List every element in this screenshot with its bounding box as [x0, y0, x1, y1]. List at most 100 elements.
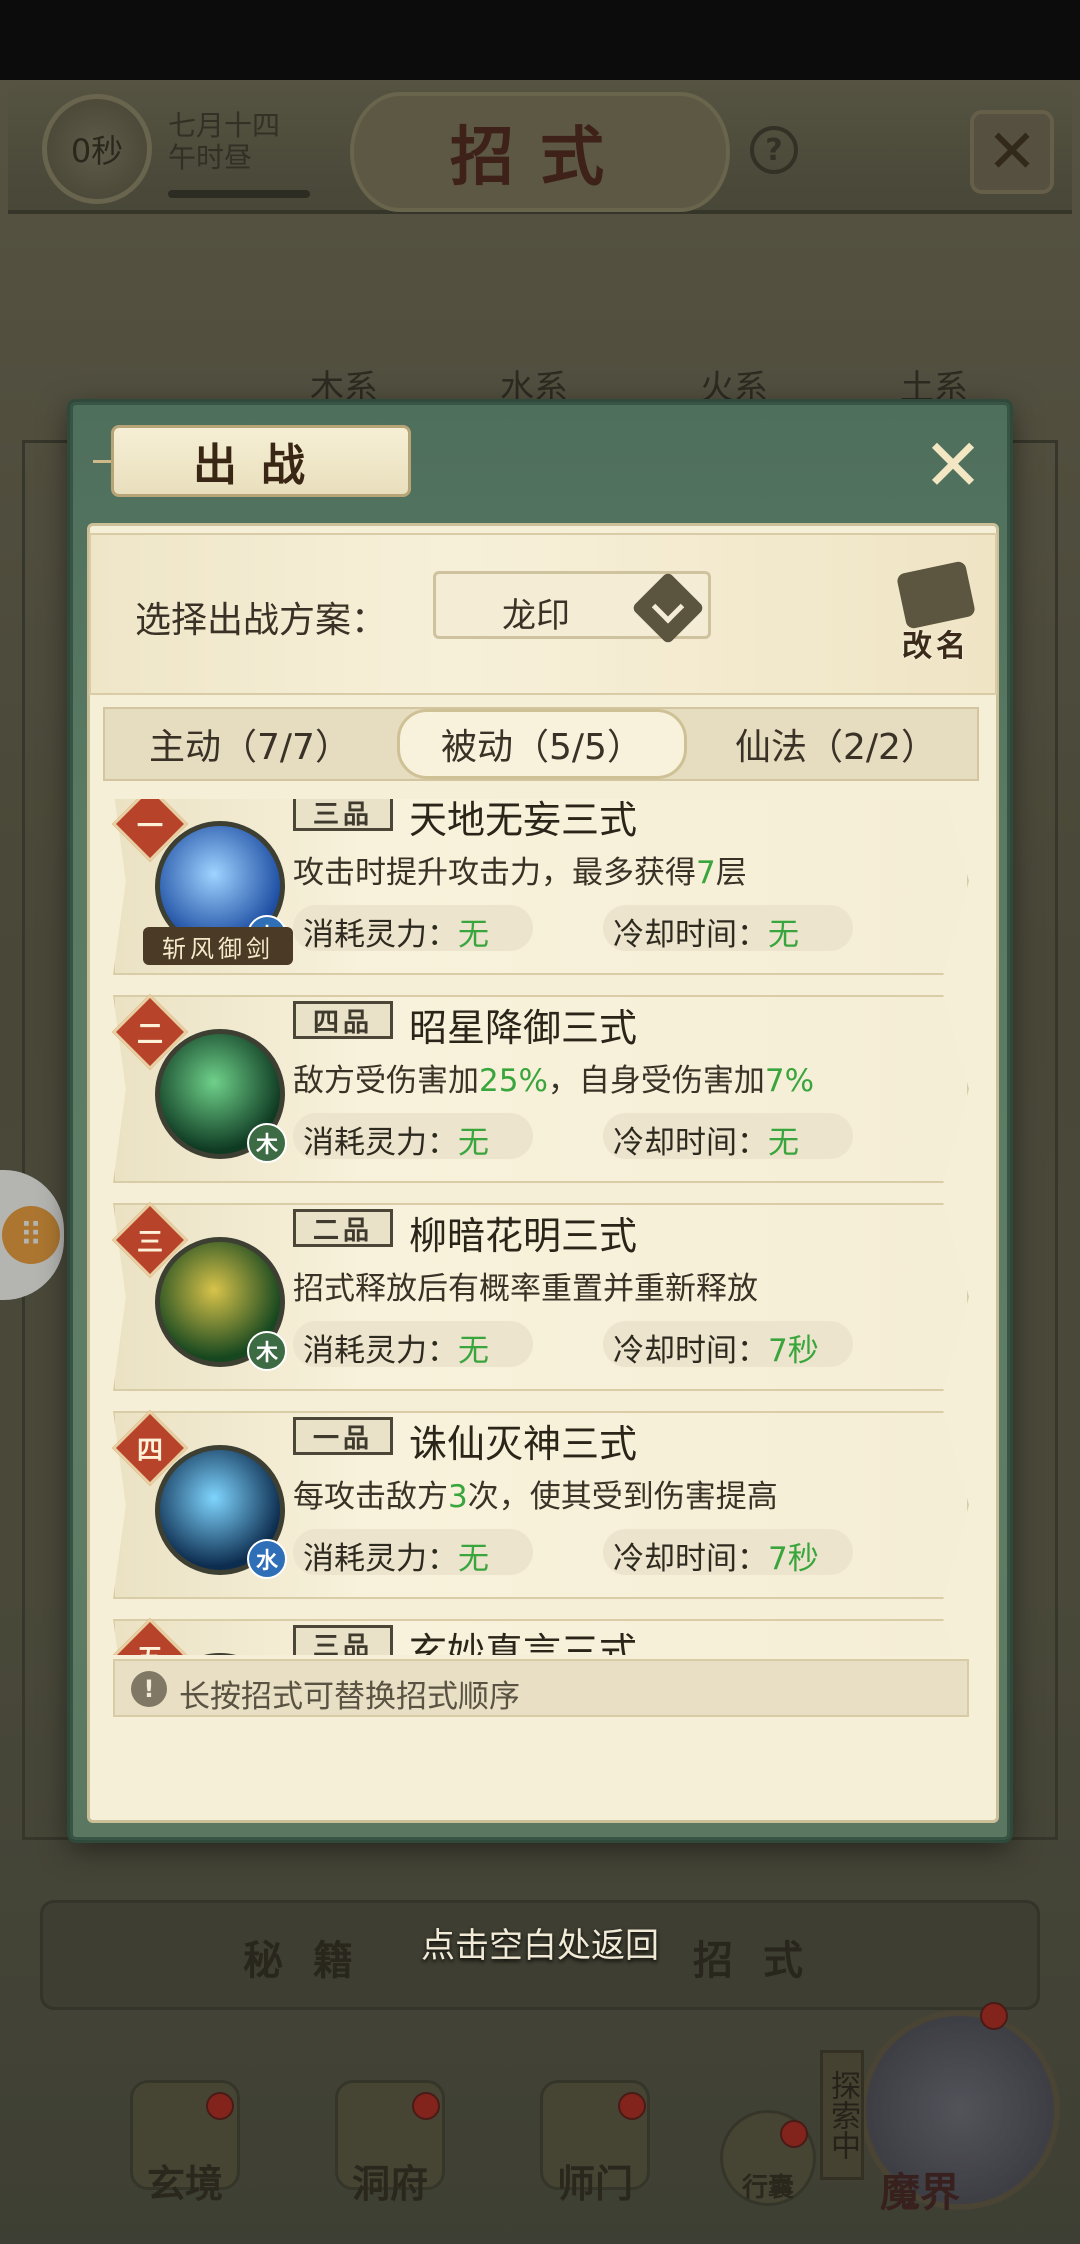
skill-name: 诛仙灭神三式 — [409, 1422, 638, 1466]
page-title: 招式 — [350, 92, 730, 212]
cost-label-text: 消耗灵力： — [303, 1541, 458, 1577]
cost-value: 无 — [458, 1333, 489, 1369]
desc-highlight: 7 — [696, 855, 716, 891]
cost-value: 无 — [458, 1541, 489, 1577]
cooldown-label: 冷却时间：7秒 — [613, 1533, 819, 1578]
scheme-label: 选择出战方案： — [135, 600, 388, 641]
skill-grade: 三品 — [293, 1625, 393, 1655]
cooldown-label-text: 冷却时间： — [613, 917, 768, 953]
desc-text: 次，使其受到伤害提高 — [467, 1479, 778, 1515]
skill-name: 玄妙真言三式 — [409, 1630, 638, 1655]
skill-name: 柳暗花明三式 — [409, 1214, 638, 1258]
tab-immortal-arts[interactable]: 仙法（2/2） — [701, 709, 971, 779]
skill-grade: 二品 — [293, 1209, 393, 1247]
cooldown-value: 7秒 — [768, 1541, 819, 1577]
water-element-icon: 水 — [247, 1539, 287, 1579]
nav-realm[interactable]: 玄境 — [115, 2153, 255, 2208]
desc-highlight: 3 — [448, 1479, 468, 1515]
brush-icon — [895, 560, 977, 630]
skill-description: 每攻击敌方3次，使其受到伤害提高 — [293, 1471, 778, 1516]
cave-notification-dot — [412, 2092, 440, 2120]
desc-text: 每攻击敌方 — [293, 1479, 448, 1515]
date-line-2: 午时昼 — [168, 141, 253, 174]
skill-type-tabs: 主动（7/7） 被动（5/5） 仙法（2/2） — [103, 707, 979, 781]
time-progress-bar — [168, 190, 310, 198]
close-page-button[interactable]: ✕ — [970, 110, 1054, 194]
rank-number: 五 — [123, 1629, 177, 1656]
wood-element-icon: 木 — [247, 1331, 287, 1371]
cost-label: 消耗灵力：无 — [303, 1533, 489, 1578]
rank-number: 一 — [136, 811, 163, 842]
cost-label: 消耗灵力：无 — [303, 1325, 489, 1370]
skill-description: 敌方受伤害加25%，自身受伤害加7% — [293, 1055, 814, 1100]
skill-list[interactable]: 一水斩风御剑三品天地无妄三式攻击时提升攻击力，最多获得7层消耗灵力：无冷却时间：… — [103, 799, 979, 1655]
timer-badge: 0秒 — [42, 94, 152, 204]
scheme-dropdown[interactable]: 龙印 — [433, 571, 711, 645]
nav-demon-realm[interactable]: 魔界 — [880, 2160, 960, 2218]
desc-text: 层 — [715, 855, 747, 891]
cooldown-value: 无 — [768, 1125, 799, 1161]
nav-sect[interactable]: 师门 — [525, 2153, 665, 2208]
desc-text: 攻击时提升攻击力，最多获得 — [293, 855, 696, 891]
help-icon[interactable]: ? — [750, 126, 798, 174]
sect-notification-dot — [618, 2092, 646, 2120]
cooldown-label-text: 冷却时间： — [613, 1541, 768, 1577]
cost-label-text: 消耗灵力： — [303, 917, 458, 953]
cost-label: 消耗灵力：无 — [303, 909, 489, 954]
gamepad-icon: ⠿ — [2, 1206, 60, 1264]
rename-button[interactable]: 改名 — [881, 560, 991, 671]
cooldown-value: 无 — [768, 917, 799, 953]
desc-text: ，自身受伤害加 — [547, 1063, 765, 1099]
nav-cave[interactable]: 洞府 — [320, 2153, 460, 2208]
date-line-1: 七月十四 — [168, 109, 281, 142]
rename-label: 改名 — [902, 629, 970, 664]
rank-number: 二 — [136, 1019, 163, 1050]
bag-notification-dot — [780, 2120, 808, 2148]
skill-grade: 一品 — [293, 1417, 393, 1455]
wood-element-icon: 木 — [247, 1123, 287, 1163]
cost-value: 无 — [458, 1125, 489, 1161]
realm-notification-dot — [206, 2092, 234, 2120]
tip-bar: ! 长按招式可替换招式顺序 — [113, 1659, 969, 1717]
date-text: 七月十四 午时昼 — [168, 110, 280, 174]
cooldown-label-text: 冷却时间： — [613, 1333, 768, 1369]
scheme-selector-row: 选择出战方案： 龙印 改名 — [89, 533, 997, 695]
scheme-value: 龙印 — [502, 596, 570, 636]
skill-description: 攻击时提升攻击力，最多获得7层 — [293, 847, 747, 892]
skill-name: 昭星降御三式 — [409, 1006, 638, 1050]
cooldown-label: 冷却时间：无 — [613, 909, 799, 954]
tip-text: 长按招式可替换招式顺序 — [179, 1679, 520, 1715]
cost-label-text: 消耗灵力： — [303, 1125, 458, 1161]
chevron-down-icon — [631, 571, 705, 645]
tab-active-skills[interactable]: 主动（7/7） — [115, 709, 385, 779]
desc-highlight: 25% — [479, 1063, 548, 1099]
cost-value: 无 — [458, 917, 489, 953]
cost-label-text: 消耗灵力： — [303, 1333, 458, 1369]
desc-text: 招式释放后有概率重置并重新释放 — [293, 1271, 758, 1307]
exploring-status: 探索中 — [820, 2050, 864, 2180]
skill-description: 招式释放后有概率重置并重新释放 — [293, 1263, 758, 1308]
demon-notification-dot — [980, 2002, 1008, 2030]
desc-highlight: 7% — [764, 1063, 815, 1099]
rank-number: 四 — [136, 1435, 163, 1466]
cooldown-label: 冷却时间：7秒 — [613, 1325, 819, 1370]
header-ornament — [93, 460, 113, 463]
deploy-modal: 出战 ✕ 选择出战方案： 龙印 改名 主动（7/7） 被动（5/5） 仙法（2/… — [70, 402, 1010, 1840]
cooldown-label: 冷却时间：无 — [613, 1117, 799, 1162]
equipped-weapon-label: 斩风御剑 — [143, 927, 293, 965]
skill-grade: 三品 — [293, 799, 393, 831]
cooldown-value: 7秒 — [768, 1333, 819, 1369]
app-root: 0秒 七月十四 午时昼 招式 ? ✕ 木系 水系 火系 土系 秘籍 招式 玄境 … — [0, 0, 1080, 2244]
cooldown-label-text: 冷却时间： — [613, 1125, 768, 1161]
info-icon: ! — [131, 1671, 167, 1707]
nav-bag[interactable]: 行囊 — [698, 2167, 838, 2204]
skill-grade: 四品 — [293, 1001, 393, 1039]
modal-title: 出战 — [111, 425, 411, 497]
skill-name: 天地无妄三式 — [409, 799, 638, 842]
rank-number: 三 — [136, 1227, 163, 1258]
tap-blank-to-return-hint: 点击空白处返回 — [421, 1926, 659, 1966]
tab-passive-skills[interactable]: 被动（5/5） — [397, 709, 687, 779]
cost-label: 消耗灵力：无 — [303, 1117, 489, 1162]
modal-close-icon[interactable]: ✕ — [913, 423, 993, 507]
desc-text: 敌方受伤害加 — [293, 1063, 479, 1099]
